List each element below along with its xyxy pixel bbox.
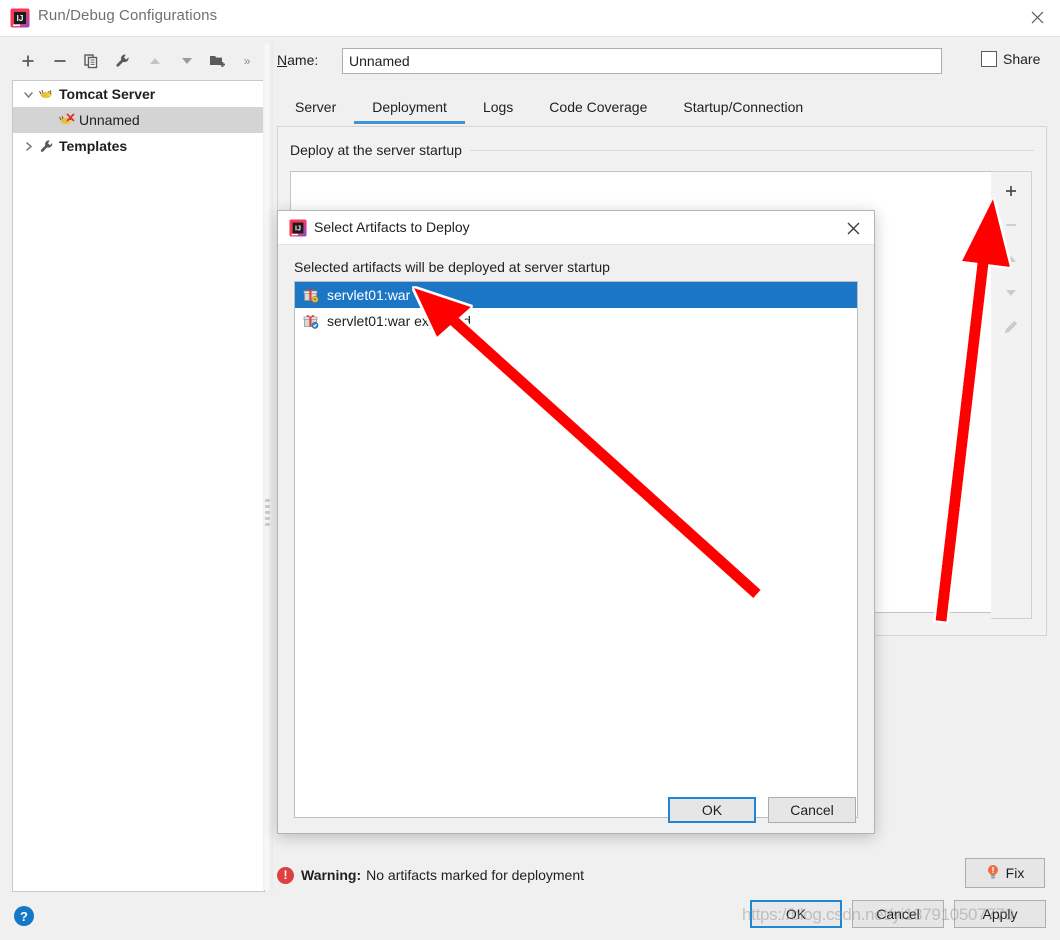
tree-item-templates[interactable]: Templates — [13, 133, 264, 159]
tree-item-unnamed[interactable]: Unnamed — [13, 107, 264, 133]
dialog-title: Select Artifacts to Deploy — [314, 219, 470, 235]
tab-code-coverage[interactable]: Code Coverage — [531, 98, 665, 124]
pencil-icon — [997, 314, 1025, 340]
move-up-artifact-button — [997, 246, 1025, 272]
tomcat-icon — [37, 85, 57, 103]
chevron-down-icon[interactable] — [19, 81, 37, 107]
dialog-buttons: OK Cancel — [278, 791, 874, 833]
wrench-icon — [37, 137, 57, 155]
list-item[interactable]: servlet01:war exploded — [295, 308, 857, 334]
chevron-right-icon[interactable] — [19, 133, 37, 159]
name-row: Name: Share — [277, 48, 1047, 76]
dialog-title-bar: IJ Select Artifacts to Deploy — [278, 211, 874, 245]
intellij-idea-icon: IJ — [289, 219, 307, 237]
deployment-side-toolbar — [991, 171, 1032, 619]
dialog-close-button[interactable] — [840, 216, 866, 240]
select-artifacts-dialog: IJ Select Artifacts to Deploy Selected a… — [277, 210, 875, 834]
dialog-subtitle: Selected artifacts will be deployed at s… — [294, 259, 610, 275]
dialog-cancel-button[interactable]: Cancel — [768, 797, 856, 823]
fix-button[interactable]: Fix — [965, 858, 1045, 888]
deploy-group-header: Deploy at the server startup — [290, 141, 1034, 159]
wrench-icon[interactable] — [107, 46, 139, 76]
checkbox-box[interactable] — [981, 51, 997, 67]
artifact-icon — [303, 286, 321, 304]
help-button[interactable]: ? — [14, 906, 34, 926]
warning-strong: Warning: — [301, 867, 362, 883]
lightbulb-icon — [986, 864, 1000, 883]
warning-text: No artifacts marked for deployment — [366, 867, 585, 883]
tree-item-label: Templates — [59, 138, 128, 154]
configurations-tree[interactable]: Tomcat Server Unnamed Templates — [12, 80, 265, 892]
list-item[interactable]: servlet01:war — [295, 282, 857, 308]
warning-icon: ! — [277, 866, 294, 884]
move-down-artifact-button — [997, 280, 1025, 306]
configurations-toolbar: » — [12, 44, 260, 78]
svg-text:IJ: IJ — [17, 14, 24, 23]
window-title-bar: IJ Run/Debug Configurations — [0, 0, 1060, 37]
artifact-icon — [303, 312, 321, 330]
configuration-tabs: Server Deployment Logs Code Coverage Sta… — [277, 92, 1047, 124]
window-close-button[interactable] — [1014, 0, 1060, 35]
add-artifact-button[interactable] — [997, 178, 1025, 204]
splitter-grip — [265, 499, 271, 529]
fix-label: Fix — [1005, 865, 1025, 881]
tree-item-tomcat-server[interactable]: Tomcat Server — [13, 81, 264, 107]
copy-button[interactable] — [76, 46, 108, 76]
tab-deployment[interactable]: Deployment — [354, 98, 465, 124]
tab-logs[interactable]: Logs — [465, 98, 531, 124]
share-label: Share — [1003, 51, 1041, 67]
divider — [469, 149, 1034, 151]
list-item-label: servlet01:war — [327, 287, 411, 303]
watermark: https://blog.csdn.net/yi187910507779 — [742, 905, 1014, 924]
run-debug-configurations-window: IJ Run/Debug Configurations » Tomcat Ser… — [0, 0, 1060, 940]
new-folder-icon[interactable] — [203, 46, 235, 76]
tomcat-error-icon — [57, 111, 77, 129]
deploy-group-title: Deploy at the server startup — [290, 142, 462, 158]
overflow-button[interactable]: » — [234, 46, 260, 76]
remove-artifact-button — [997, 212, 1025, 238]
tab-startup-connection[interactable]: Startup/Connection — [665, 98, 821, 124]
add-button[interactable] — [12, 46, 44, 76]
remove-button[interactable] — [44, 46, 76, 76]
name-label: Name: — [277, 52, 319, 68]
dialog-ok-button[interactable]: OK — [668, 797, 756, 823]
name-input[interactable] — [342, 48, 942, 74]
list-item-label: servlet01:war exploded — [327, 313, 471, 329]
window-title: Run/Debug Configurations — [38, 7, 218, 24]
intellij-idea-icon: IJ — [10, 8, 30, 28]
share-checkbox[interactable]: Share — [981, 51, 1040, 67]
svg-text:IJ: IJ — [295, 224, 301, 233]
tab-server[interactable]: Server — [277, 98, 354, 124]
tree-item-label: Unnamed — [79, 112, 140, 128]
panel-splitter[interactable] — [263, 44, 273, 890]
artifact-list[interactable]: servlet01:war servlet01:war exploded — [294, 281, 858, 818]
move-up-button — [139, 46, 171, 76]
tree-item-label: Tomcat Server — [59, 86, 156, 102]
warning-bar: ! Warning: No artifacts marked for deplo… — [277, 858, 1045, 892]
move-down-button[interactable] — [171, 46, 203, 76]
